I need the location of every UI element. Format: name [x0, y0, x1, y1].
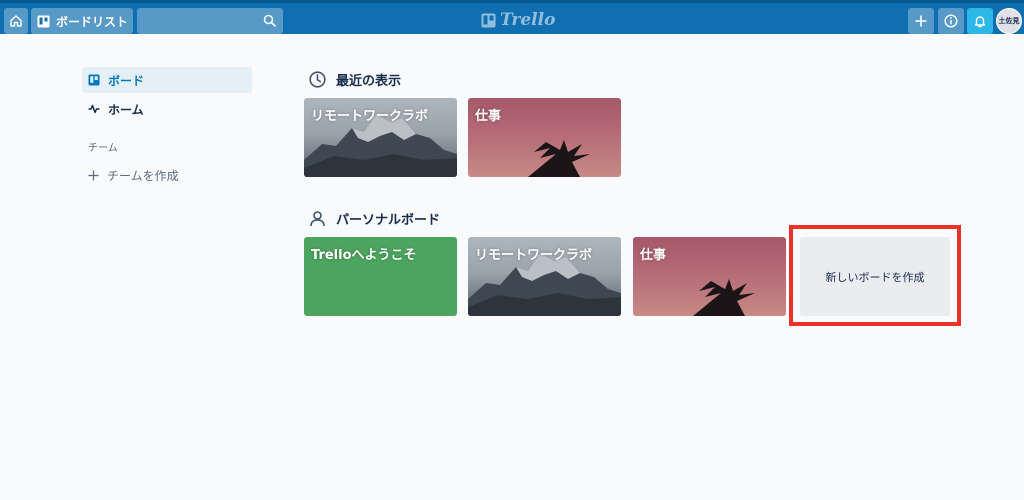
create-board-label: 新しいボードを作成 — [825, 270, 925, 284]
board-tile-name: リモートワークラボ — [311, 109, 429, 124]
logo-text: Trello — [500, 10, 556, 30]
create-team-button[interactable]: チームを作成 — [82, 162, 252, 188]
board-tile-name: リモートワークラボ — [475, 248, 593, 263]
board-tile-welcome[interactable]: Trelloへようこそ — [304, 237, 457, 316]
team-section-title: チーム — [88, 143, 118, 154]
sidebar-item-label: ボード — [108, 73, 145, 88]
trello-logo-icon — [481, 13, 496, 27]
board-tile-remote-work-lab[interactable]: リモートワークラボ — [304, 98, 457, 177]
plus-icon — [915, 15, 927, 27]
create-board-button[interactable]: 新しいボードを作成 — [800, 237, 950, 316]
plus-icon — [88, 170, 99, 180]
board-tile-work[interactable]: 仕事 — [468, 98, 621, 177]
avatar[interactable]: 土佐見 — [996, 8, 1022, 34]
board-icon — [37, 15, 50, 27]
board-tile-name: 仕事 — [475, 109, 502, 124]
board-tile-remote-work-lab[interactable]: リモートワークラボ — [468, 237, 621, 316]
recent-section-title: 最近の表示 — [336, 74, 402, 89]
create-button[interactable] — [908, 8, 934, 34]
board-tile-name: Trelloへようこそ — [311, 248, 417, 263]
home-icon — [10, 15, 22, 27]
top-bar: ボードリスト Trello 土佐見 — [0, 0, 1024, 34]
personal-section-header: パーソナルボード — [309, 209, 440, 228]
activity-icon — [88, 104, 100, 114]
boards-button[interactable]: ボードリスト — [31, 8, 133, 34]
info-button[interactable] — [938, 8, 964, 34]
person-icon — [310, 211, 325, 227]
bell-icon — [974, 16, 986, 28]
personal-section-title: パーソナルボード — [336, 213, 441, 228]
search-icon — [263, 14, 276, 27]
sidebar-item-label: ホーム — [108, 102, 144, 117]
clock-icon — [309, 71, 326, 88]
sidebar-item-boards[interactable]: ボード — [82, 67, 252, 93]
notifications-button[interactable] — [967, 8, 993, 34]
board-tile-name: 仕事 — [640, 248, 667, 263]
create-team-label: チームを作成 — [107, 168, 179, 183]
search-input[interactable] — [137, 8, 283, 34]
recent-section-header: 最近の表示 — [309, 70, 401, 89]
boards-button-label: ボードリスト — [56, 14, 129, 29]
trello-logo[interactable]: Trello — [481, 10, 555, 30]
board-tile-work[interactable]: 仕事 — [633, 237, 786, 316]
board-icon — [88, 74, 100, 86]
home-button[interactable] — [4, 8, 28, 34]
info-icon — [944, 14, 958, 28]
sidebar-item-home[interactable]: ホーム — [82, 96, 252, 122]
